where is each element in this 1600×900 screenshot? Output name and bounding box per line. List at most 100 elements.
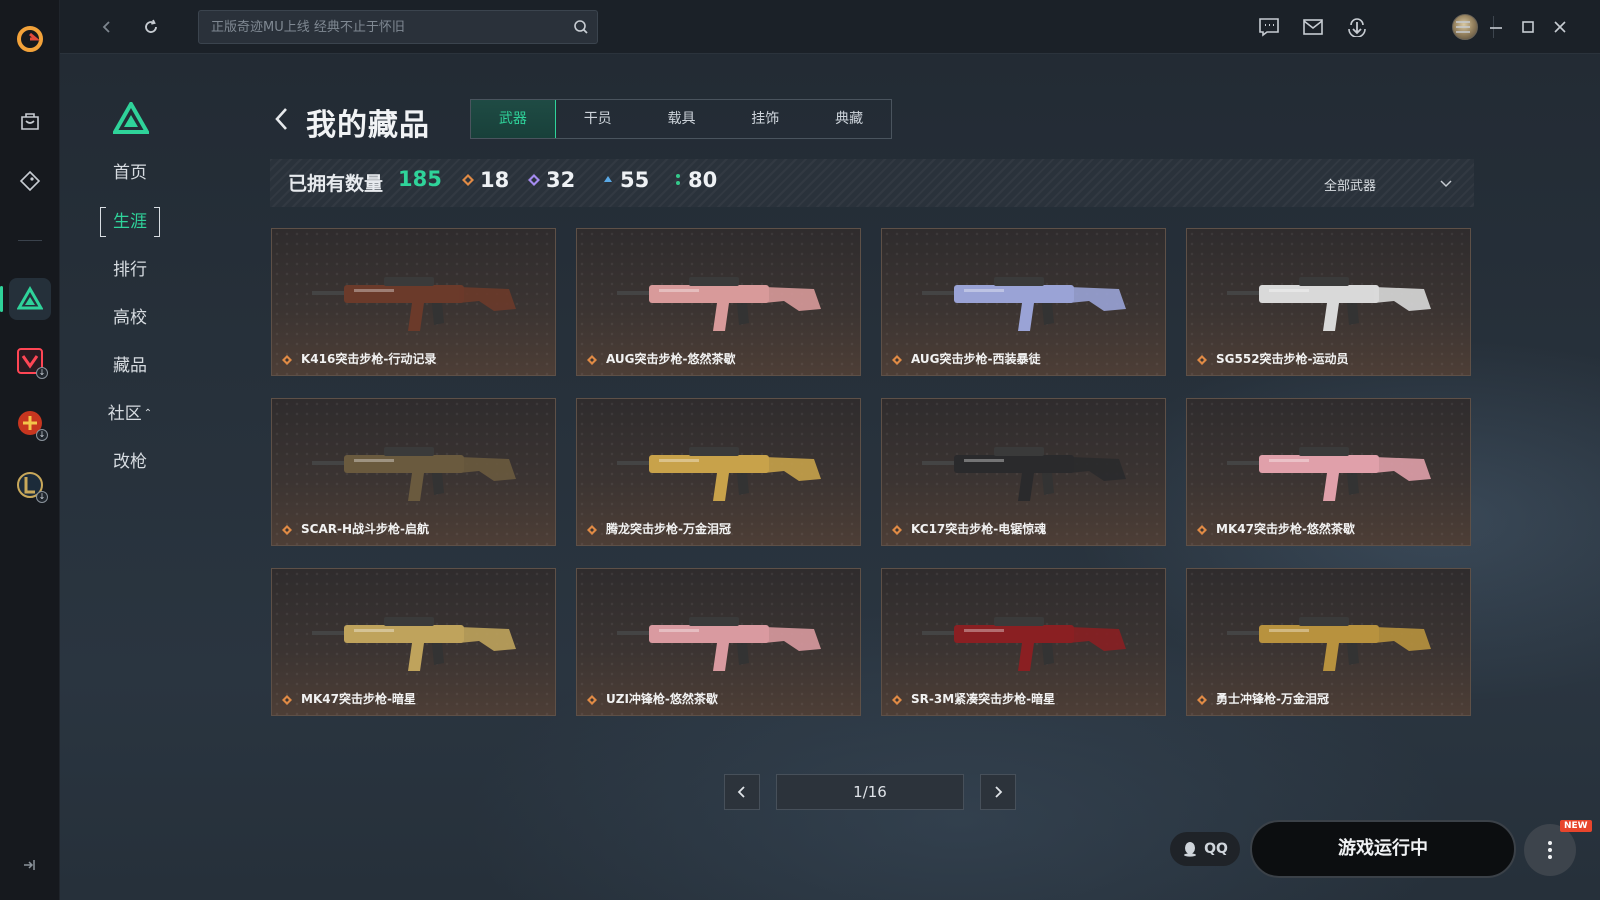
download-badge-icon: ↓ xyxy=(36,367,48,379)
orange-diamond-icon xyxy=(892,355,902,365)
weapon-card[interactable]: UZI冲锋枪-悠然茶歇 xyxy=(576,568,861,716)
rarity-orange-count: 18 xyxy=(480,168,510,192)
rarity-green-count: 80 xyxy=(688,168,718,192)
weapon-card[interactable]: 勇士冲锋枪-万金泪冠 xyxy=(1186,568,1471,716)
search-icon[interactable] xyxy=(573,19,589,39)
top-bar xyxy=(60,0,1600,54)
orange-diamond-icon xyxy=(282,695,292,705)
tab-weapons[interactable]: 武器 xyxy=(471,100,556,138)
subnav-collection[interactable]: 藏品 xyxy=(100,351,160,381)
orange-diamond-icon xyxy=(587,695,597,705)
weapon-card[interactable]: SCAR-H战斗步枪-启航 xyxy=(271,398,556,546)
qq-button[interactable]: QQ xyxy=(1170,832,1240,866)
game-triangle-icon[interactable] xyxy=(0,278,51,320)
weapon-card[interactable]: 腾龙突击步枪-万金泪冠 xyxy=(576,398,861,546)
subnav-community[interactable]: 社区 ⌃ xyxy=(100,399,160,429)
weapon-card[interactable]: KC17突击步枪-电锯惊魂 xyxy=(881,398,1166,546)
orange-diamond-icon xyxy=(587,525,597,535)
app-logo-icon[interactable] xyxy=(9,18,51,60)
weapon-image xyxy=(922,447,1126,501)
back-nav-icon[interactable] xyxy=(94,14,120,40)
chat-icon[interactable] xyxy=(1256,14,1282,40)
minimize-icon[interactable] xyxy=(1483,14,1509,40)
new-badge: NEW xyxy=(1560,820,1592,832)
owned-count: 185 xyxy=(398,167,442,191)
green-dot-icon xyxy=(676,174,680,185)
weapon-name: MK47突击步枪-悠然茶歇 xyxy=(1216,522,1355,536)
tab-charms[interactable]: 挂饰 xyxy=(723,100,807,138)
qq-label: QQ xyxy=(1204,841,1228,857)
weapon-card[interactable]: SG552突击步枪-运动员 xyxy=(1186,228,1471,376)
weapon-image xyxy=(617,447,821,501)
filter-label: 全部武器 xyxy=(1324,179,1377,194)
page-indicator: 1/16 xyxy=(776,774,964,810)
weapon-image xyxy=(617,277,821,331)
weapon-name: KC17突击步枪-电锯惊魂 xyxy=(911,522,1047,536)
weapon-image xyxy=(1227,447,1431,501)
lol-icon[interactable]: ↓ xyxy=(9,464,51,506)
tab-archive[interactable]: 典藏 xyxy=(807,100,891,138)
chevron-down-icon xyxy=(1440,180,1452,188)
weapon-image xyxy=(922,617,1126,671)
download-manager-icon[interactable] xyxy=(1344,14,1370,40)
tab-vehicles[interactable]: 载具 xyxy=(640,100,724,138)
store-icon[interactable] xyxy=(9,100,51,142)
orange-diamond-icon xyxy=(462,174,474,186)
game-brand-logo-icon xyxy=(111,99,151,138)
orange-diamond-icon xyxy=(282,525,292,535)
collapse-sidebar-icon[interactable] xyxy=(18,854,40,876)
weapon-image xyxy=(1227,277,1431,331)
search-input[interactable] xyxy=(199,11,559,43)
blue-diamond-icon xyxy=(604,176,612,182)
stats-bar: 已拥有数量 185 18 32 55 80 全部武器 xyxy=(270,159,1474,207)
tab-operators[interactable]: 干员 xyxy=(556,100,640,138)
subnav-home[interactable]: 首页 xyxy=(100,158,160,188)
weapon-card[interactable]: AUG突击步枪-西装暴徒 xyxy=(881,228,1166,376)
rail-divider xyxy=(18,240,42,241)
purple-diamond-icon xyxy=(528,174,540,186)
orange-diamond-icon xyxy=(892,525,902,535)
weapon-card[interactable]: MK47突击步枪-暗星 xyxy=(271,568,556,716)
weapon-card[interactable]: AUG突击步枪-悠然茶歇 xyxy=(576,228,861,376)
subnav-ranking[interactable]: 排行 xyxy=(100,255,160,285)
tag-icon[interactable] xyxy=(9,160,51,202)
close-icon[interactable] xyxy=(1547,14,1573,40)
subnav-community-label: 社区 xyxy=(107,404,142,424)
download-badge-icon: ↓ xyxy=(36,429,48,441)
rarity-blue-count: 55 xyxy=(620,168,650,192)
weapon-name: SG552突击步枪-运动员 xyxy=(1216,352,1349,366)
next-page-button[interactable] xyxy=(980,774,1016,810)
weapon-filter-dropdown[interactable]: 全部武器 xyxy=(1324,173,1454,195)
weapon-name: UZI冲锋枪-悠然茶歇 xyxy=(606,692,718,706)
orange-diamond-icon xyxy=(892,695,902,705)
mail-icon[interactable] xyxy=(1300,14,1326,40)
weapon-card[interactable]: MK47突击步枪-悠然茶歇 xyxy=(1186,398,1471,546)
rarity-green: 80 xyxy=(674,168,717,192)
prev-page-button[interactable] xyxy=(724,774,760,810)
subnav-college[interactable]: 高校 xyxy=(100,303,160,333)
weapon-image xyxy=(312,617,516,671)
weapon-card[interactable]: SR-3M紧凑突击步枪-暗星 xyxy=(881,568,1166,716)
weapon-name: 勇士冲锋枪-万金泪冠 xyxy=(1216,692,1329,706)
refresh-icon[interactable] xyxy=(138,14,164,40)
subnav-career[interactable]: 生涯 xyxy=(100,207,160,237)
qq-penguin-icon xyxy=(1184,842,1197,857)
maximize-icon[interactable] xyxy=(1515,14,1541,40)
orange-diamond-icon xyxy=(1197,695,1207,705)
orange-diamond-icon xyxy=(282,355,292,365)
weapon-name: AUG突击步枪-西装暴徒 xyxy=(911,352,1041,366)
rarity-purple-count: 32 xyxy=(546,168,576,192)
weapon-image xyxy=(1227,617,1431,671)
weapon-card[interactable]: K416突击步枪-行动记录 xyxy=(271,228,556,376)
owned-label: 已拥有数量 xyxy=(288,173,384,195)
chevron-up-icon: ⌃ xyxy=(143,408,153,419)
valorant-icon[interactable]: ↓ xyxy=(9,340,51,382)
rarity-orange: 18 xyxy=(462,168,509,192)
crossfire-icon[interactable]: ↓ xyxy=(9,402,51,444)
menu-icon[interactable] xyxy=(1450,14,1476,40)
game-running-button[interactable]: 游戏运行中 xyxy=(1250,820,1516,878)
subnav-gunsmith[interactable]: 改枪 xyxy=(100,447,160,477)
chevron-left-icon xyxy=(737,786,745,798)
page-back-icon[interactable] xyxy=(272,104,296,134)
orange-diamond-icon xyxy=(1197,525,1207,535)
